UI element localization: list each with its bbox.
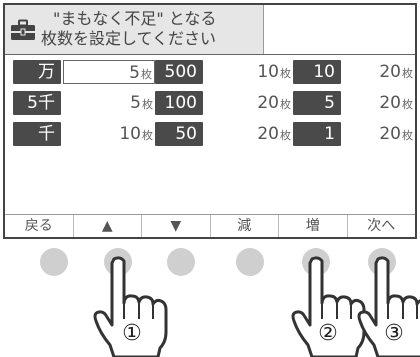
- softkey-bar: 戻る ▲ ▼ 減 増 次へ: [5, 214, 415, 237]
- grid-row: 千 10枚 50 20枚 1 20枚: [13, 122, 415, 146]
- count-value[interactable]: 20枚: [205, 122, 293, 146]
- next-softkey[interactable]: 次へ: [348, 215, 416, 237]
- count-number: 20: [379, 124, 401, 144]
- grid-row: 5千 5枚 100 20枚 5 20枚: [13, 91, 415, 115]
- count-number: 20: [257, 93, 279, 113]
- denomination-label: 5: [293, 91, 341, 115]
- count-number: 10: [257, 62, 279, 82]
- unit-label: 枚: [280, 67, 291, 80]
- unit-label: 枚: [141, 68, 152, 81]
- hardware-button-decrease[interactable]: [236, 248, 264, 276]
- decrease-softkey[interactable]: 減: [211, 215, 279, 237]
- pointing-hand-icon: ①: [93, 256, 168, 357]
- step-number: ①: [122, 321, 142, 346]
- unit-label: 枚: [402, 98, 413, 111]
- count-value[interactable]: 20枚: [343, 91, 415, 115]
- display-screen: "まもなく不足" となる 枚数を設定してください 万 5枚 500 10枚 10…: [3, 3, 417, 239]
- unit-label: 枚: [402, 129, 413, 142]
- header-text-line2: 枚数を設定してください: [41, 29, 217, 48]
- unit-label: 枚: [142, 129, 153, 142]
- denomination-label: 10: [293, 60, 341, 84]
- count-number: 20: [379, 93, 401, 113]
- count-value[interactable]: 5枚: [63, 91, 155, 115]
- count-value[interactable]: 10枚: [63, 122, 155, 146]
- denomination-label: 100: [155, 91, 203, 115]
- count-value-selected[interactable]: 5枚: [63, 60, 155, 84]
- count-number: 10: [119, 124, 141, 144]
- denomination-label: 万: [13, 60, 61, 84]
- grid-row: 万 5枚 500 10枚 10 20枚: [13, 60, 415, 84]
- unit-label: 枚: [402, 67, 413, 80]
- increase-softkey[interactable]: 増: [279, 215, 348, 237]
- denomination-label: 50: [155, 122, 203, 146]
- back-softkey[interactable]: 戻る: [5, 215, 74, 237]
- denomination-label: 千: [13, 122, 61, 146]
- up-softkey[interactable]: ▲: [74, 215, 142, 237]
- unit-label: 枚: [280, 129, 291, 142]
- hardware-button-back[interactable]: [40, 248, 68, 276]
- count-number: 20: [257, 124, 279, 144]
- denomination-label: 5千: [13, 91, 61, 115]
- down-softkey[interactable]: ▼: [142, 215, 211, 237]
- denomination-label: 1: [293, 122, 341, 146]
- count-number: 5: [129, 63, 140, 83]
- screen-header: "まもなく不足" となる 枚数を設定してください: [5, 5, 415, 55]
- pointing-hand-icon: ③: [357, 256, 420, 357]
- count-number: 20: [379, 62, 401, 82]
- step-number: ③: [384, 321, 404, 346]
- unit-label: 枚: [280, 98, 291, 111]
- count-value[interactable]: 20枚: [205, 91, 293, 115]
- count-value[interactable]: 20枚: [343, 60, 415, 84]
- count-value[interactable]: 20枚: [343, 122, 415, 146]
- denomination-label: 500: [155, 60, 203, 84]
- count-number: 5: [130, 93, 141, 113]
- count-value[interactable]: 10枚: [205, 60, 293, 84]
- header-message-area: "まもなく不足" となる 枚数を設定してください: [5, 5, 264, 54]
- cash-box-icon: [11, 19, 35, 40]
- header-text-line1: "まもなく不足" となる: [53, 9, 217, 28]
- step-number: ②: [318, 321, 338, 346]
- unit-label: 枚: [142, 98, 153, 111]
